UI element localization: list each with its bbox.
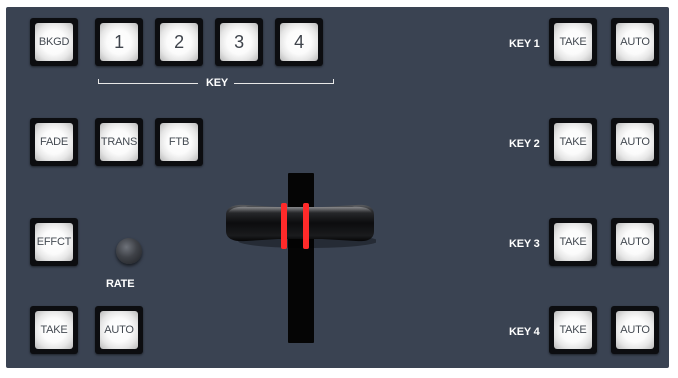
- effct-button[interactable]: EFFCT: [30, 218, 78, 266]
- key1-auto-label: AUTO: [616, 23, 654, 61]
- key2-take-label: TAKE: [554, 123, 592, 161]
- bkgd-button[interactable]: BKGD: [30, 18, 78, 66]
- key2-label: KEY 2: [509, 138, 540, 150]
- ftb-button[interactable]: FTB: [155, 118, 203, 166]
- key1-take-label: TAKE: [554, 23, 592, 61]
- t-bar-led-right: [303, 203, 309, 249]
- fade-button-label: FADE: [35, 123, 73, 161]
- key3-label: KEY 3: [509, 238, 540, 250]
- take-button[interactable]: TAKE: [30, 306, 78, 354]
- trans-button[interactable]: TRANS: [95, 118, 143, 166]
- key-bracket-left-line: [98, 83, 198, 84]
- ftb-button-label: FTB: [160, 123, 198, 161]
- key-group-label: KEY: [206, 77, 229, 89]
- key3-auto-button[interactable]: AUTO: [611, 218, 659, 266]
- switcher-panel: BKGD 1 2 3 4 KEY FADE TRANS FTB EFFCT RA…: [6, 7, 669, 368]
- t-bar-fader-icon: [226, 203, 378, 249]
- key-1-select-button[interactable]: 1: [95, 18, 143, 66]
- t-bar-handle[interactable]: [224, 201, 378, 251]
- rate-knob[interactable]: [116, 238, 142, 264]
- key-4-select-label: 4: [280, 23, 318, 61]
- key-2-select-label: 2: [160, 23, 198, 61]
- key-4-select-button[interactable]: 4: [275, 18, 323, 66]
- key-1-select-label: 1: [100, 23, 138, 61]
- key3-take-button[interactable]: TAKE: [549, 218, 597, 266]
- bkgd-button-label: BKGD: [35, 23, 73, 61]
- key-2-select-button[interactable]: 2: [155, 18, 203, 66]
- t-bar-slot: [288, 173, 314, 343]
- key2-auto-button[interactable]: AUTO: [611, 118, 659, 166]
- key-3-select-label: 3: [220, 23, 258, 61]
- key1-take-button[interactable]: TAKE: [549, 18, 597, 66]
- key2-take-button[interactable]: TAKE: [549, 118, 597, 166]
- trans-button-label: TRANS: [100, 123, 138, 161]
- key4-auto-button[interactable]: AUTO: [611, 306, 659, 354]
- fade-button[interactable]: FADE: [30, 118, 78, 166]
- key1-label: KEY 1: [509, 38, 540, 50]
- key4-take-label: TAKE: [554, 311, 592, 349]
- key3-auto-label: AUTO: [616, 223, 654, 261]
- rate-label: RATE: [106, 278, 135, 290]
- key-bracket-right-tick: [333, 79, 334, 84]
- key-3-select-button[interactable]: 3: [215, 18, 263, 66]
- key-bracket-right-line: [234, 83, 334, 84]
- key-group-bracket: KEY: [98, 77, 334, 91]
- key4-label: KEY 4: [509, 326, 540, 338]
- key3-take-label: TAKE: [554, 223, 592, 261]
- key2-auto-label: AUTO: [616, 123, 654, 161]
- key1-auto-button[interactable]: AUTO: [611, 18, 659, 66]
- effct-button-label: EFFCT: [35, 223, 73, 261]
- t-bar-led-left: [281, 203, 287, 249]
- auto-button[interactable]: AUTO: [95, 306, 143, 354]
- key4-auto-label: AUTO: [616, 311, 654, 349]
- auto-button-label: AUTO: [100, 311, 138, 349]
- take-button-label: TAKE: [35, 311, 73, 349]
- key4-take-button[interactable]: TAKE: [549, 306, 597, 354]
